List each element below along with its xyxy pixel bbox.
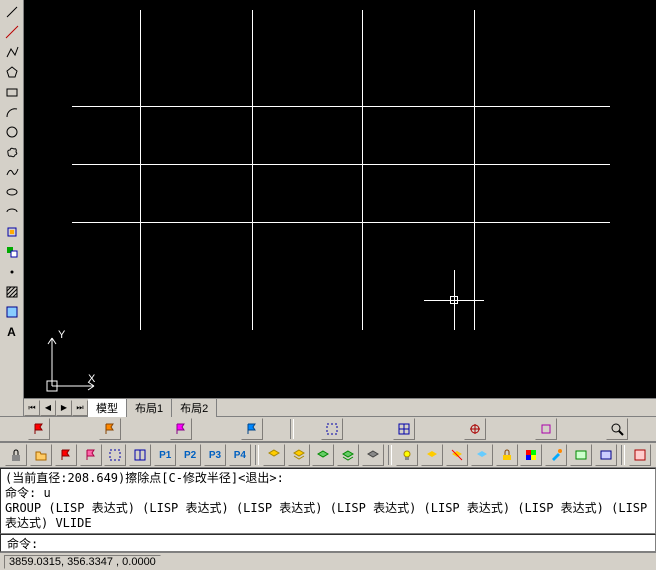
polygon-tool[interactable] — [1, 62, 23, 82]
circle-tool[interactable] — [1, 122, 23, 142]
tool-row-1 — [0, 416, 656, 442]
rectangle-tool[interactable] — [1, 82, 23, 102]
point-tool[interactable] — [1, 262, 23, 282]
sel-blue-icon[interactable] — [104, 444, 126, 466]
select-icon[interactable] — [321, 418, 343, 440]
line-tool[interactable] — [1, 2, 23, 22]
revcloud-tool[interactable] — [1, 142, 23, 162]
p2-button[interactable]: P2 — [179, 444, 201, 466]
ucs-y-label: Y — [58, 329, 66, 341]
color-icon[interactable] — [520, 444, 542, 466]
ellipse-tool[interactable] — [1, 182, 23, 202]
ellipsearc-tool[interactable] — [1, 202, 23, 222]
arc-tool[interactable] — [1, 102, 23, 122]
open-icon[interactable] — [30, 444, 52, 466]
region-tool[interactable] — [1, 302, 23, 322]
flag4-icon[interactable] — [241, 418, 263, 440]
ucs-x-label: X — [88, 373, 96, 385]
match-icon[interactable] — [545, 444, 567, 466]
layer-prev-icon[interactable] — [312, 444, 334, 466]
p4-button[interactable]: P4 — [229, 444, 251, 466]
make-block-tool[interactable] — [1, 242, 23, 262]
layer-off-icon[interactable] — [362, 444, 384, 466]
p1-button[interactable]: P1 — [154, 444, 176, 466]
command-prompt: 命令: — [7, 535, 38, 552]
insert-block-tool[interactable] — [1, 222, 23, 242]
layout-tabbar: ⏮ ◀ ▶ ⏭ 模型 布局1 布局2 — [24, 398, 656, 416]
bulb-icon[interactable] — [396, 444, 418, 466]
lock2-icon[interactable] — [496, 444, 518, 466]
thaw-icon[interactable] — [471, 444, 493, 466]
status-bar: 3859.0315, 356.3347 , 0.0000 — [0, 552, 656, 570]
flag1-icon[interactable] — [28, 418, 50, 440]
drawing-canvas[interactable]: Y X — [24, 0, 656, 398]
zoom-icon[interactable] — [606, 418, 628, 440]
p3-button[interactable]: P3 — [204, 444, 226, 466]
layerwalk-icon[interactable] — [595, 444, 617, 466]
tab-next[interactable]: ▶ — [56, 400, 72, 416]
status-coords: 3859.0315, 356.3347 , 0.0000 — [4, 555, 161, 569]
layer-props-icon[interactable] — [263, 444, 285, 466]
tab-layout1[interactable]: 布局1 — [127, 399, 172, 417]
layer-on-icon[interactable] — [337, 444, 359, 466]
mark2-icon[interactable] — [535, 418, 557, 440]
freeze1-icon[interactable] — [421, 444, 443, 466]
layerstate-icon[interactable] — [570, 444, 592, 466]
ucs-icon: Y X — [38, 328, 98, 398]
polyline-tool[interactable] — [1, 42, 23, 62]
hatch-tool[interactable] — [1, 282, 23, 302]
tab-prev[interactable]: ◀ — [40, 400, 56, 416]
flag-pink-icon[interactable] — [80, 444, 102, 466]
spline-tool[interactable] — [1, 162, 23, 182]
grid-blue-icon[interactable] — [129, 444, 151, 466]
command-history[interactable]: (当前直径:208.649)擦除点[C-修改半径]<退出>: 命令: u GRO… — [0, 468, 656, 534]
grid-icon[interactable] — [393, 418, 415, 440]
flag2-icon[interactable] — [99, 418, 121, 440]
flag3-icon[interactable] — [170, 418, 192, 440]
layer-iso-icon[interactable] — [288, 444, 310, 466]
tab-last[interactable]: ⏭ — [72, 400, 88, 416]
tool-row-2: P1 P2 P3 P4 — [0, 442, 656, 468]
construction-line-tool[interactable] — [1, 22, 23, 42]
draw-toolbar: A — [0, 0, 24, 416]
lock-icon[interactable] — [5, 444, 27, 466]
tab-layout2[interactable]: 布局2 — [172, 399, 217, 417]
command-line[interactable]: 命令: — [0, 534, 656, 552]
tab-model[interactable]: 模型 — [88, 399, 127, 417]
tab-first[interactable]: ⏮ — [24, 400, 40, 416]
tool-extra-icon[interactable] — [629, 444, 651, 466]
text-tool[interactable]: A — [1, 322, 23, 342]
flag-red-icon[interactable] — [55, 444, 77, 466]
freeze2-icon[interactable] — [446, 444, 468, 466]
mark1-icon[interactable] — [464, 418, 486, 440]
